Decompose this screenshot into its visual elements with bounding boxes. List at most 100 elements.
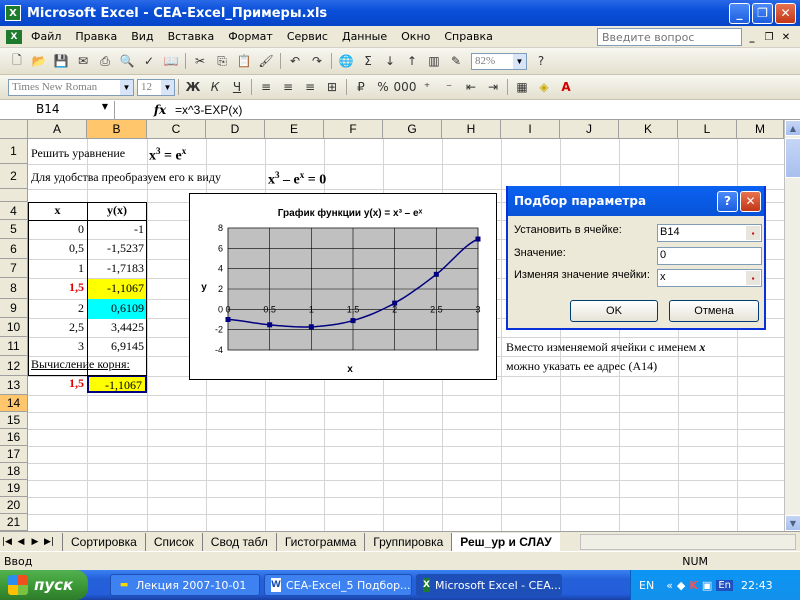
cut-icon[interactable]: ✂ (190, 52, 210, 70)
chart-wizard-icon[interactable]: ▥ (424, 52, 444, 70)
underline-icon[interactable]: Ч (227, 78, 247, 96)
cell-y[interactable]: 3,4425 (87, 318, 147, 338)
print-preview-icon[interactable]: 🔍 (117, 52, 137, 70)
percent-icon[interactable]: % (373, 78, 393, 96)
keyboard-layout-icon[interactable]: En (716, 579, 733, 591)
sort-desc-icon[interactable]: ↑ (402, 52, 422, 70)
language-indicator[interactable]: EN (639, 579, 654, 592)
help-icon[interactable]: ? (531, 52, 551, 70)
column-header-f[interactable]: F (324, 120, 383, 139)
merge-center-icon[interactable]: ⊞ (322, 78, 342, 96)
align-center-icon[interactable]: ≡ (278, 78, 298, 96)
task-word[interactable]: W CEA-Excel_5 Подбор... (264, 574, 412, 596)
increase-indent-icon[interactable]: ⇥ (483, 78, 503, 96)
menu-format[interactable]: Формат (221, 30, 280, 43)
save-icon[interactable]: 💾 (51, 52, 71, 70)
vertical-scrollbar[interactable]: ▲ ▼ (784, 120, 800, 531)
hyperlink-icon[interactable]: 🌐 (336, 52, 356, 70)
expand-tray-icon[interactable]: « (666, 579, 673, 592)
cancel-button[interactable]: Отмена (669, 300, 759, 322)
last-sheet-icon[interactable]: ▶| (42, 537, 56, 547)
select-all-corner[interactable] (0, 120, 28, 139)
row-header[interactable]: 21 (0, 514, 28, 531)
drawing-icon[interactable]: ✎ (446, 52, 466, 70)
shield-icon[interactable]: ◆ (677, 579, 685, 592)
decrease-indent-icon[interactable]: ⇤ (461, 78, 481, 96)
row-header[interactable]: 13 (0, 376, 28, 395)
ok-button[interactable]: OK (570, 300, 658, 322)
row-header[interactable]: 12 (0, 356, 28, 376)
row-header[interactable]: 9 (0, 299, 28, 318)
excel-app-icon[interactable]: X (5, 5, 21, 21)
column-header-g[interactable]: G (383, 120, 442, 139)
paste-icon[interactable]: 📋 (234, 52, 254, 70)
permission-icon[interactable]: ✉ (73, 52, 93, 70)
column-header-k[interactable]: K (619, 120, 678, 139)
menu-help[interactable]: Справка (437, 30, 499, 43)
column-header-i[interactable]: I (501, 120, 560, 139)
menu-data[interactable]: Данные (335, 30, 394, 43)
row-header[interactable]: 4 (0, 202, 28, 220)
new-icon[interactable]: 🗋 (7, 52, 27, 70)
format-painter-icon[interactable]: 🖌 (256, 52, 276, 70)
cell-y-cyan[interactable]: 0,6109 (87, 299, 147, 319)
column-header-c[interactable]: C (147, 120, 206, 139)
next-sheet-icon[interactable]: ▶ (28, 537, 42, 547)
header-x[interactable]: x (28, 201, 87, 221)
first-sheet-icon[interactable]: |◀ (0, 537, 14, 547)
row-header[interactable]: 11 (0, 337, 28, 356)
value-input[interactable]: 0 (657, 247, 762, 265)
cell-a14[interactable]: 1,5 (28, 374, 87, 394)
changing-cell-input[interactable]: x ▪ (657, 269, 762, 287)
help-search-input[interactable] (597, 28, 742, 46)
document-icon[interactable]: X (6, 29, 22, 44)
cell-y-highlight[interactable]: -1,1067 (87, 279, 147, 299)
cell-a13[interactable]: Вычисление корня: (28, 355, 133, 375)
cell-x[interactable]: 0,5 (28, 239, 87, 259)
column-header-l[interactable]: L (678, 120, 737, 139)
row-header[interactable]: 20 (0, 497, 28, 514)
row-header[interactable]: 16 (0, 429, 28, 446)
cell-y[interactable]: -1,7183 (87, 259, 147, 279)
doc-close-icon[interactable]: ✕ (779, 30, 793, 44)
tab-grouping[interactable]: Группировка (364, 532, 452, 551)
research-icon[interactable]: 📖 (161, 52, 181, 70)
bold-icon[interactable]: Ж (183, 78, 203, 96)
chevron-down-icon[interactable]: ▼ (102, 102, 108, 111)
row-header[interactable] (0, 189, 28, 202)
borders-icon[interactable]: ▦ (512, 78, 532, 96)
redo-icon[interactable]: ↷ (307, 52, 327, 70)
cell-x-highlight[interactable]: 1,5 (28, 278, 87, 298)
menu-edit[interactable]: Правка (68, 30, 124, 43)
undo-icon[interactable]: ↶ (285, 52, 305, 70)
column-header-j[interactable]: J (560, 120, 619, 139)
collapse-dialog-icon[interactable]: ▪ (746, 271, 760, 285)
row-header[interactable]: 6 (0, 239, 28, 259)
column-header-e[interactable]: E (265, 120, 324, 139)
tab-sort[interactable]: Сортировка (62, 532, 145, 551)
italic-icon[interactable]: К (205, 78, 225, 96)
copy-icon[interactable]: ⎘ (212, 52, 232, 70)
row-header[interactable]: 7 (0, 259, 28, 278)
row-header[interactable]: 19 (0, 480, 28, 497)
task-folder[interactable]: ▬ Лекция 2007-10-01 (110, 574, 260, 596)
help-icon[interactable]: ? (717, 190, 738, 212)
cell-y[interactable]: -1 (87, 220, 147, 240)
sort-asc-icon[interactable]: ↓ (380, 52, 400, 70)
spelling-icon[interactable]: ✓ (139, 52, 159, 70)
scroll-down-icon[interactable]: ▼ (785, 515, 800, 531)
network-icon[interactable]: ▣ (702, 579, 712, 592)
doc-restore-icon[interactable]: ❐ (762, 30, 776, 44)
minimize-icon[interactable]: _ (729, 2, 750, 24)
row-header[interactable]: 10 (0, 318, 28, 337)
antivirus-icon[interactable]: K (689, 579, 698, 592)
cell-a1[interactable]: Решить уравнение (28, 144, 128, 164)
scroll-up-icon[interactable]: ▲ (785, 120, 800, 136)
column-header-a[interactable]: A (28, 120, 87, 139)
autosum-icon[interactable]: Σ (358, 52, 378, 70)
chevron-down-icon[interactable]: ▼ (161, 79, 174, 95)
font-size-select[interactable]: 12 ▼ (137, 78, 175, 96)
increase-decimal-icon[interactable]: ⁺ (417, 78, 437, 96)
row-header[interactable]: 15 (0, 412, 28, 429)
cell-y[interactable]: -1,5237 (87, 239, 147, 259)
